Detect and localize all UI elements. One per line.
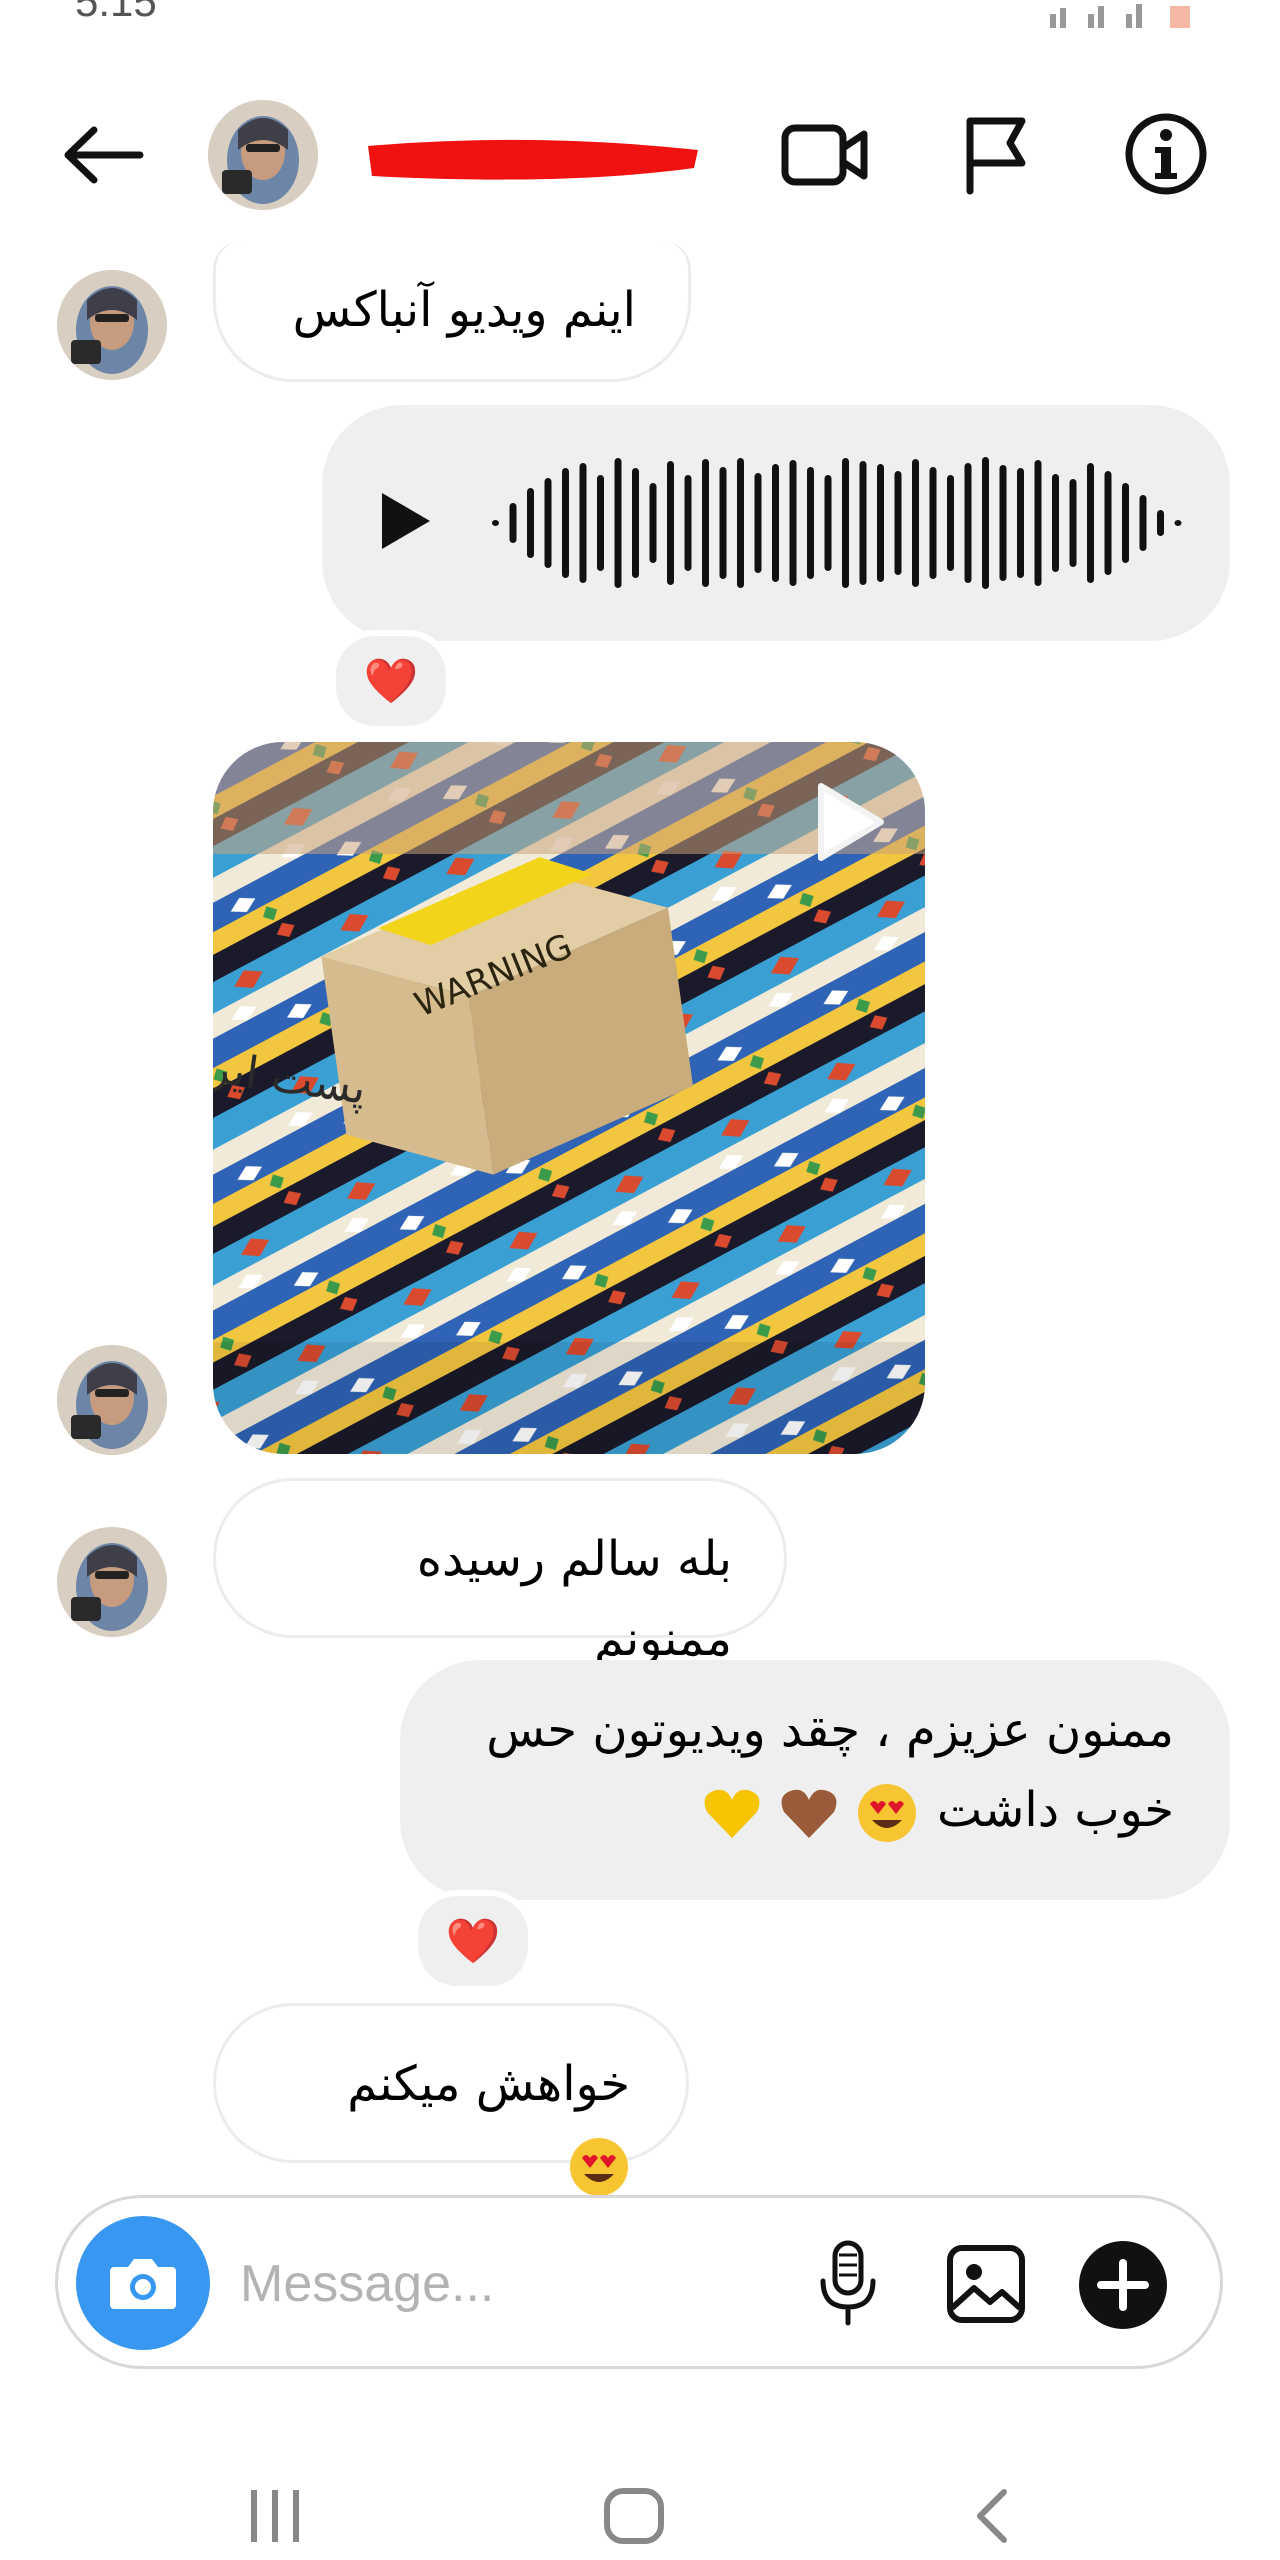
- waveform-bar: [562, 468, 569, 578]
- waveform-bar: [614, 458, 622, 588]
- waveform-bar: [597, 475, 604, 571]
- message-bubble-incoming[interactable]: خواهش میکنم: [213, 2003, 689, 2196]
- message-text: خواهش میکنم: [347, 2056, 630, 2112]
- message-text: اینم ویدیو آنباکس: [292, 282, 636, 338]
- waveform-bar: [912, 459, 919, 587]
- waveform-bar: [894, 471, 902, 575]
- more-options-button[interactable]: [1074, 2236, 1172, 2334]
- waveform-bar: [947, 475, 954, 571]
- info-icon: [1125, 113, 1207, 195]
- play-icon[interactable]: [378, 489, 434, 553]
- status-bar: 5:15: [0, 0, 1280, 40]
- waveform-bar: [772, 464, 779, 582]
- gallery-button[interactable]: [936, 2234, 1036, 2334]
- video-camera-icon: [781, 124, 868, 186]
- yellow-heart-emoji-icon: [704, 1789, 760, 1838]
- plus-circle-icon: [1079, 2241, 1167, 2329]
- heart-eyes-emoji-icon: [570, 2138, 628, 2196]
- waveform-bar: [964, 463, 972, 583]
- avatar-image: [208, 100, 318, 210]
- waveform-bar: [877, 464, 884, 582]
- signal-wifi-battery-icons: [1050, 4, 1190, 28]
- flag-icon: [966, 117, 1026, 195]
- waveform-bar: [632, 468, 639, 578]
- waveform-bar: [684, 475, 692, 571]
- avatar-image: [57, 1527, 167, 1637]
- waveform-bar: [999, 465, 1007, 581]
- camera-icon: [110, 2259, 176, 2309]
- waveform-bar: [1104, 471, 1112, 575]
- arrow-left-icon: [64, 126, 144, 184]
- message-bubble-incoming[interactable]: بله سالم رسیده ممنونم: [213, 1478, 787, 1667]
- message-text: بله سالم رسیده ممنونم: [416, 1531, 732, 1667]
- avatar-image: [57, 1345, 167, 1455]
- contact-avatar[interactable]: [208, 100, 318, 210]
- system-navigation-bar: [0, 2460, 1280, 2560]
- message-input[interactable]: [238, 2238, 822, 2330]
- waveform-bar: [1069, 479, 1077, 567]
- heart-reaction-icon: ❤️: [363, 656, 419, 707]
- avatar-image: [57, 270, 167, 380]
- report-button[interactable]: [950, 110, 1040, 200]
- back-button[interactable]: [48, 115, 158, 195]
- video-message-thumbnail[interactable]: WARNING پست ایران: [213, 742, 925, 1454]
- waveform-bar: [544, 478, 552, 568]
- waveform-bar: [702, 459, 709, 587]
- waveform-bar: [667, 461, 674, 585]
- microphone-icon: [820, 2240, 876, 2326]
- brown-heart-emoji-icon: [782, 1789, 837, 1838]
- message-text-line1: ممنون عزیزم ، چقد ویدیوتون حس: [486, 1702, 1174, 1758]
- waveform-bar: [579, 463, 587, 583]
- reaction-badge[interactable]: ❤️: [412, 1890, 534, 1992]
- audio-waveform[interactable]: [492, 455, 1202, 591]
- waveform-bar: [929, 467, 937, 579]
- recent-apps-icon[interactable]: [245, 2488, 305, 2544]
- waveform-bar: [1157, 510, 1164, 536]
- waveform-bar: [1174, 520, 1182, 526]
- waveform-bar: [1139, 495, 1147, 551]
- waveform-bar: [754, 473, 762, 573]
- waveform-bar: [649, 483, 657, 563]
- contact-name-redacted: [368, 139, 698, 180]
- video-call-button[interactable]: [775, 110, 875, 200]
- voice-record-button[interactable]: [798, 2234, 898, 2334]
- heart-reaction-icon: ❤️: [445, 1916, 501, 1967]
- waveform-bar: [509, 503, 517, 543]
- back-nav-icon[interactable]: [970, 2486, 1014, 2546]
- voice-message-bubble[interactable]: [322, 405, 1230, 641]
- camera-button[interactable]: [76, 2216, 210, 2350]
- waveform-bar: [719, 467, 727, 579]
- waveform-bar: [859, 461, 867, 585]
- waveform-bar: [1034, 460, 1042, 586]
- waveform-bar: [1052, 474, 1059, 572]
- home-icon[interactable]: [602, 2486, 666, 2546]
- waveform-bar: [1122, 483, 1129, 563]
- video-play-icon[interactable]: [813, 780, 887, 864]
- waveform-bar: [492, 520, 499, 526]
- waveform-bar: [527, 488, 534, 558]
- sender-avatar[interactable]: [57, 270, 167, 380]
- waveform-bar: [807, 467, 814, 579]
- waveform-bar: [789, 460, 797, 586]
- image-gallery-icon: [947, 2245, 1025, 2323]
- sender-avatar[interactable]: [57, 1345, 167, 1455]
- heart-eyes-emoji-icon: [857, 1784, 916, 1842]
- waveform-bar: [982, 457, 989, 589]
- message-bubble-outgoing[interactable]: ممنون عزیزم ، چقد ویدیوتون حس خوب داشت: [400, 1660, 1230, 1900]
- message-text-line2: خوب داشت: [456, 1770, 1174, 1850]
- waveform-bar: [1087, 463, 1094, 583]
- message-text-line2-text: خوب داشت: [937, 1782, 1174, 1838]
- sender-avatar[interactable]: [57, 1527, 167, 1637]
- conversation-info-button[interactable]: [1120, 108, 1212, 200]
- waveform-bar: [824, 475, 832, 571]
- waveform-bar: [737, 458, 744, 588]
- reaction-badge[interactable]: ❤️: [330, 630, 452, 732]
- status-time: 5:15: [75, 0, 157, 25]
- waveform-bar: [842, 458, 849, 588]
- waveform-bar: [1017, 468, 1024, 578]
- conversation-header: [0, 70, 1280, 240]
- message-composer: [55, 2195, 1223, 2369]
- message-bubble-incoming[interactable]: اینم ویدیو آنباکس: [213, 240, 691, 382]
